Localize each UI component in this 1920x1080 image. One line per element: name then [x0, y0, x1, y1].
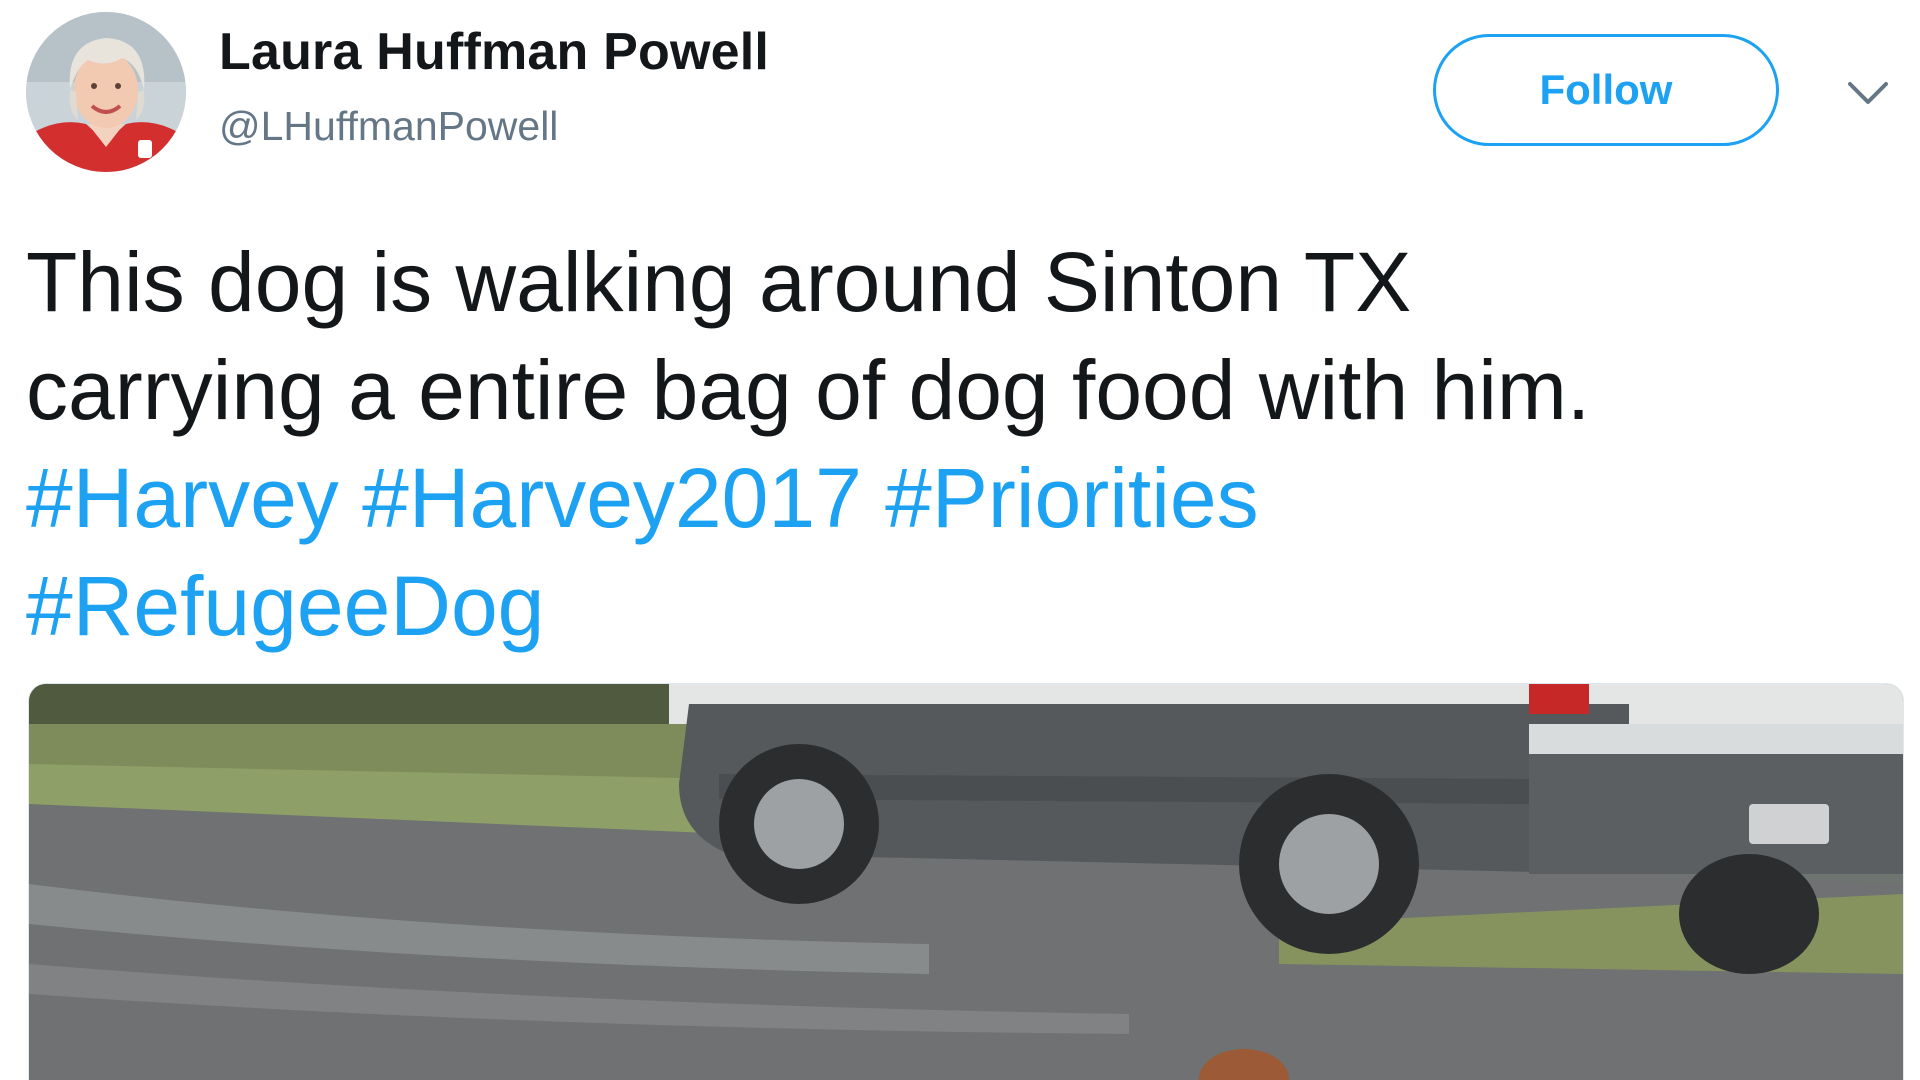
avatar[interactable] — [26, 12, 186, 172]
follow-button[interactable]: Follow — [1433, 34, 1779, 146]
author-handle[interactable]: @LHuffmanPowell — [219, 103, 558, 150]
chevron-down-icon[interactable] — [1846, 78, 1890, 108]
author-name[interactable]: Laura Huffman Powell — [219, 22, 769, 82]
profile-photo-icon — [26, 12, 186, 172]
photo-dog-parking-lot-icon — [29, 684, 1903, 1080]
tweet-card: Laura Huffman Powell @LHuffmanPowell Fol… — [0, 0, 1920, 1080]
tweet-photo[interactable] — [28, 683, 1904, 1080]
hashtag-refugeedog[interactable]: #RefugeeDog — [26, 559, 544, 653]
tweet-text-line: This dog is walking around Sinton TX — [26, 235, 1412, 329]
hashtag-harvey2017[interactable]: #Harvey2017 — [362, 451, 862, 545]
hashtag-line: #Harvey #Harvey2017 #Priorities — [26, 444, 1886, 552]
hashtag-priorities[interactable]: #Priorities — [885, 451, 1258, 545]
tweet-text-line: carrying a entire bag of dog food with h… — [26, 343, 1591, 437]
tweet-text: This dog is walking around Sinton TX car… — [26, 228, 1886, 660]
hashtag-line: #RefugeeDog — [26, 552, 1886, 660]
hashtag-harvey[interactable]: #Harvey — [26, 451, 339, 545]
